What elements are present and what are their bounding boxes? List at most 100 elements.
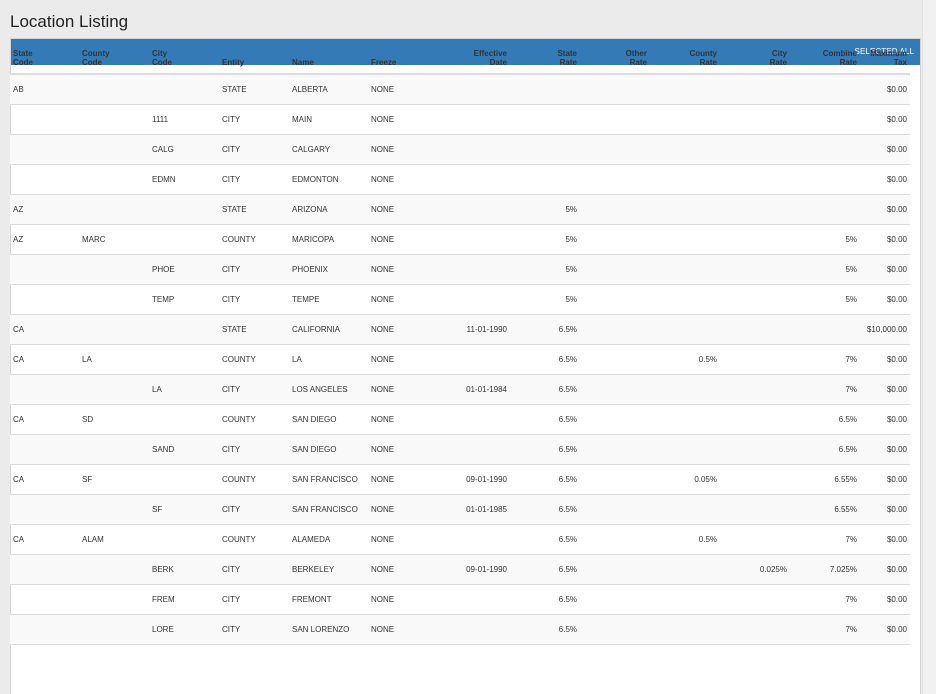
- header-county-rate[interactable]: County Rate: [650, 44, 720, 75]
- cell-maximum-tax: $0.00: [860, 464, 910, 495]
- table-row[interactable]: FREM CITY FREMONT NONE 6.5% 7% $0.00: [10, 584, 910, 615]
- cell-effective-date: [428, 584, 510, 615]
- cell-county-code: [79, 314, 149, 345]
- cell-city-code: BERK: [149, 554, 219, 585]
- cell-county-rate: [650, 164, 720, 195]
- cell-city-rate: [720, 374, 790, 405]
- header-state-code[interactable]: State Code: [10, 44, 79, 75]
- cell-city-code: LORE: [149, 614, 219, 645]
- table-row[interactable]: PHOE CITY PHOENIX NONE 5% 5% $0.00: [10, 254, 910, 285]
- cell-freeze: NONE: [368, 344, 428, 375]
- cell-state-code: [10, 584, 79, 615]
- cell-freeze: NONE: [368, 584, 428, 615]
- cell-county-code: [79, 284, 149, 315]
- cell-county-code: [79, 164, 149, 195]
- cell-maximum-tax: $0.00: [860, 134, 910, 165]
- table-row[interactable]: AB STATE ALBERTA NONE $0.00: [10, 74, 910, 105]
- cell-state-code: CA: [10, 524, 79, 555]
- table-row[interactable]: SF CITY SAN FRANCISCO NONE 01-01-1985 6.5% 6.5…: [10, 494, 910, 525]
- cell-effective-date: [428, 344, 510, 375]
- cell-state-rate: 5%: [510, 284, 580, 315]
- header-city-rate[interactable]: City Rate: [720, 44, 790, 75]
- table-row[interactable]: EDMN CITY EDMONTON NONE $0.00: [10, 164, 910, 195]
- cell-effective-date: [428, 614, 510, 645]
- cell-other-rate: [580, 224, 650, 255]
- cell-state-code: [10, 284, 79, 315]
- table-row[interactable]: CA STATE CALIFORNIA NONE 11-01-1990 6.5% $10,0…: [10, 314, 910, 345]
- cell-combine-rate: [790, 314, 860, 345]
- cell-effective-date: 09-01-1990: [428, 554, 510, 585]
- cell-effective-date: [428, 434, 510, 465]
- cell-city-code: [149, 464, 219, 495]
- header-other-rate[interactable]: Other Rate: [580, 44, 650, 75]
- cell-state-rate: 6.5%: [510, 314, 580, 345]
- table-row[interactable]: LORE CITY SAN LORENZO NONE 6.5% 7% $0.00: [10, 614, 910, 645]
- header-state-rate[interactable]: State Rate: [510, 44, 580, 75]
- cell-maximum-tax: $0.00: [860, 434, 910, 465]
- cell-state-rate: 6.5%: [510, 554, 580, 585]
- cell-city-rate: [720, 404, 790, 435]
- cell-other-rate: [580, 74, 650, 105]
- cell-other-rate: [580, 254, 650, 285]
- cell-state-code: CA: [10, 314, 79, 345]
- table-row[interactable]: CA SF COUNTY SAN FRANCISCO NONE 09-01-1990 6.5…: [10, 464, 910, 495]
- header-county-code[interactable]: County Code: [79, 44, 149, 75]
- cell-entity: COUNTY: [219, 344, 289, 375]
- table-row[interactable]: AZ MARC COUNTY MARICOPA NONE 5% 5% $0.00: [10, 224, 910, 255]
- cell-county-code: ALAM: [79, 524, 149, 555]
- cell-city-rate: [720, 74, 790, 105]
- cell-county-code: MARC: [79, 224, 149, 255]
- cell-city-rate: 0.025%: [720, 554, 790, 585]
- cell-city-rate: [720, 254, 790, 285]
- table-row[interactable]: 1111 CITY MAIN NONE $0.00: [10, 104, 910, 135]
- cell-name: ALBERTA: [289, 74, 368, 105]
- header-combine-rate[interactable]: Combine Rate: [790, 44, 860, 75]
- cell-city-code: [149, 404, 219, 435]
- cell-freeze: NONE: [368, 434, 428, 465]
- table-row[interactable]: TEMP CITY TEMPE NONE 5% 5% $0.00: [10, 284, 910, 315]
- cell-county-rate: [650, 74, 720, 105]
- cell-city-rate: [720, 584, 790, 615]
- cell-maximum-tax: $0.00: [860, 74, 910, 105]
- cell-state-rate: 6.5%: [510, 494, 580, 525]
- table-row[interactable]: CA ALAM COUNTY ALAMEDA NONE 6.5% 0.5% 7% $0.00: [10, 524, 910, 555]
- cell-freeze: NONE: [368, 224, 428, 255]
- table-row[interactable]: AZ STATE ARIZONA NONE 5% $0.00: [10, 194, 910, 225]
- cell-entity: CITY: [219, 584, 289, 615]
- cell-maximum-tax: $0.00: [860, 614, 910, 645]
- header-maximum-tax[interactable]: Maximum Tax: [860, 44, 910, 75]
- cell-city-code: [149, 524, 219, 555]
- cell-county-code: [79, 74, 149, 105]
- cell-entity: CITY: [219, 134, 289, 165]
- cell-state-code: AZ: [10, 224, 79, 255]
- cell-other-rate: [580, 494, 650, 525]
- vertical-scrollbar[interactable]: [922, 0, 936, 694]
- cell-effective-date: [428, 164, 510, 195]
- cell-county-rate: [650, 404, 720, 435]
- cell-state-rate: 6.5%: [510, 584, 580, 615]
- cell-county-rate: 0.5%: [650, 344, 720, 375]
- cell-entity: CITY: [219, 164, 289, 195]
- cell-state-rate: [510, 164, 580, 195]
- cell-name: MAIN: [289, 104, 368, 135]
- table-row[interactable]: BERK CITY BERKELEY NONE 09-01-1990 6.5% 0.025%…: [10, 554, 910, 585]
- cell-freeze: NONE: [368, 314, 428, 345]
- table-row[interactable]: LA CITY LOS ANGELES NONE 01-01-1984 6.5% 7% $0.…: [10, 374, 910, 405]
- header-freeze[interactable]: Freeze: [368, 44, 428, 75]
- header-name[interactable]: Name: [289, 44, 368, 75]
- header-entity[interactable]: Entity: [219, 44, 289, 75]
- table-row[interactable]: CALG CITY CALGARY NONE $0.00: [10, 134, 910, 165]
- cell-entity: CITY: [219, 554, 289, 585]
- cell-city-rate: [720, 314, 790, 345]
- cell-county-code: SD: [79, 404, 149, 435]
- table-row[interactable]: CA SD COUNTY SAN DIEGO NONE 6.5% 6.5% $0.00: [10, 404, 910, 435]
- cell-county-rate: [650, 314, 720, 345]
- header-effective-date[interactable]: Effective Date: [428, 44, 510, 75]
- header-city-code[interactable]: City Code: [149, 44, 219, 75]
- cell-city-rate: [720, 224, 790, 255]
- table-row[interactable]: CA LA COUNTY LA NONE 6.5% 0.5% 7% $0.00: [10, 344, 910, 375]
- cell-state-rate: 6.5%: [510, 404, 580, 435]
- cell-effective-date: 01-01-1985: [428, 494, 510, 525]
- cell-maximum-tax: $0.00: [860, 344, 910, 375]
- table-row[interactable]: SAND CITY SAN DIEGO NONE 6.5% 6.5% $0.00: [10, 434, 910, 465]
